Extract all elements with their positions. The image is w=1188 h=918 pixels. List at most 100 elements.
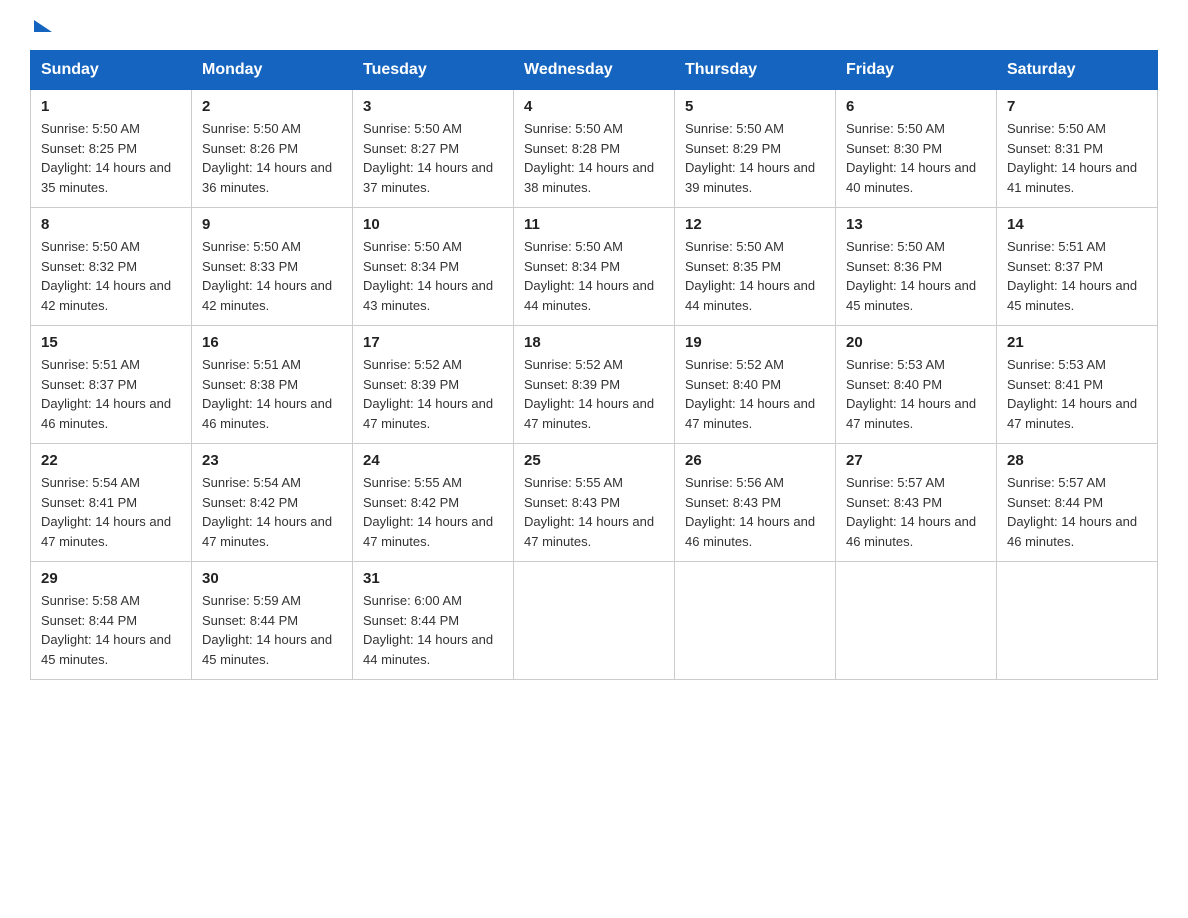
day-info: Sunrise: 5:58 AMSunset: 8:44 PMDaylight:…	[41, 593, 171, 667]
day-info: Sunrise: 5:50 AMSunset: 8:34 PMDaylight:…	[363, 239, 493, 313]
day-info: Sunrise: 5:56 AMSunset: 8:43 PMDaylight:…	[685, 475, 815, 549]
table-row: 28 Sunrise: 5:57 AMSunset: 8:44 PMDaylig…	[997, 444, 1158, 562]
table-row: 20 Sunrise: 5:53 AMSunset: 8:40 PMDaylig…	[836, 326, 997, 444]
day-info: Sunrise: 5:52 AMSunset: 8:39 PMDaylight:…	[363, 357, 493, 431]
table-row: 18 Sunrise: 5:52 AMSunset: 8:39 PMDaylig…	[514, 326, 675, 444]
day-number: 12	[685, 216, 825, 233]
table-row: 22 Sunrise: 5:54 AMSunset: 8:41 PMDaylig…	[31, 444, 192, 562]
table-row	[836, 562, 997, 680]
day-info: Sunrise: 5:50 AMSunset: 8:29 PMDaylight:…	[685, 121, 815, 195]
table-row: 29 Sunrise: 5:58 AMSunset: 8:44 PMDaylig…	[31, 562, 192, 680]
day-number: 30	[202, 570, 342, 587]
day-number: 17	[363, 334, 503, 351]
table-row: 31 Sunrise: 6:00 AMSunset: 8:44 PMDaylig…	[353, 562, 514, 680]
table-row	[514, 562, 675, 680]
day-info: Sunrise: 5:50 AMSunset: 8:32 PMDaylight:…	[41, 239, 171, 313]
table-row: 30 Sunrise: 5:59 AMSunset: 8:44 PMDaylig…	[192, 562, 353, 680]
col-header-sunday: Sunday	[31, 51, 192, 90]
day-info: Sunrise: 5:50 AMSunset: 8:33 PMDaylight:…	[202, 239, 332, 313]
col-header-saturday: Saturday	[997, 51, 1158, 90]
day-number: 23	[202, 452, 342, 469]
day-info: Sunrise: 5:57 AMSunset: 8:44 PMDaylight:…	[1007, 475, 1137, 549]
calendar-week-row-4: 22 Sunrise: 5:54 AMSunset: 8:41 PMDaylig…	[31, 444, 1158, 562]
day-number: 5	[685, 98, 825, 115]
table-row: 10 Sunrise: 5:50 AMSunset: 8:34 PMDaylig…	[353, 208, 514, 326]
table-row: 7 Sunrise: 5:50 AMSunset: 8:31 PMDayligh…	[997, 90, 1158, 208]
day-number: 13	[846, 216, 986, 233]
table-row: 19 Sunrise: 5:52 AMSunset: 8:40 PMDaylig…	[675, 326, 836, 444]
day-number: 6	[846, 98, 986, 115]
calendar-week-row-2: 8 Sunrise: 5:50 AMSunset: 8:32 PMDayligh…	[31, 208, 1158, 326]
table-row	[675, 562, 836, 680]
day-number: 28	[1007, 452, 1147, 469]
day-info: Sunrise: 5:53 AMSunset: 8:40 PMDaylight:…	[846, 357, 976, 431]
table-row: 21 Sunrise: 5:53 AMSunset: 8:41 PMDaylig…	[997, 326, 1158, 444]
day-number: 31	[363, 570, 503, 587]
day-info: Sunrise: 6:00 AMSunset: 8:44 PMDaylight:…	[363, 593, 493, 667]
table-row: 2 Sunrise: 5:50 AMSunset: 8:26 PMDayligh…	[192, 90, 353, 208]
day-number: 27	[846, 452, 986, 469]
day-info: Sunrise: 5:51 AMSunset: 8:37 PMDaylight:…	[41, 357, 171, 431]
table-row: 11 Sunrise: 5:50 AMSunset: 8:34 PMDaylig…	[514, 208, 675, 326]
col-header-wednesday: Wednesday	[514, 51, 675, 90]
table-row: 4 Sunrise: 5:50 AMSunset: 8:28 PMDayligh…	[514, 90, 675, 208]
calendar-week-row-3: 15 Sunrise: 5:51 AMSunset: 8:37 PMDaylig…	[31, 326, 1158, 444]
col-header-thursday: Thursday	[675, 51, 836, 90]
day-info: Sunrise: 5:50 AMSunset: 8:36 PMDaylight:…	[846, 239, 976, 313]
day-info: Sunrise: 5:51 AMSunset: 8:37 PMDaylight:…	[1007, 239, 1137, 313]
table-row: 1 Sunrise: 5:50 AMSunset: 8:25 PMDayligh…	[31, 90, 192, 208]
table-row: 17 Sunrise: 5:52 AMSunset: 8:39 PMDaylig…	[353, 326, 514, 444]
table-row: 16 Sunrise: 5:51 AMSunset: 8:38 PMDaylig…	[192, 326, 353, 444]
day-info: Sunrise: 5:50 AMSunset: 8:26 PMDaylight:…	[202, 121, 332, 195]
day-info: Sunrise: 5:50 AMSunset: 8:35 PMDaylight:…	[685, 239, 815, 313]
table-row: 27 Sunrise: 5:57 AMSunset: 8:43 PMDaylig…	[836, 444, 997, 562]
day-number: 16	[202, 334, 342, 351]
table-row: 15 Sunrise: 5:51 AMSunset: 8:37 PMDaylig…	[31, 326, 192, 444]
table-row: 24 Sunrise: 5:55 AMSunset: 8:42 PMDaylig…	[353, 444, 514, 562]
day-info: Sunrise: 5:50 AMSunset: 8:30 PMDaylight:…	[846, 121, 976, 195]
table-row: 14 Sunrise: 5:51 AMSunset: 8:37 PMDaylig…	[997, 208, 1158, 326]
day-number: 9	[202, 216, 342, 233]
table-row: 12 Sunrise: 5:50 AMSunset: 8:35 PMDaylig…	[675, 208, 836, 326]
day-info: Sunrise: 5:59 AMSunset: 8:44 PMDaylight:…	[202, 593, 332, 667]
day-number: 15	[41, 334, 181, 351]
table-row: 13 Sunrise: 5:50 AMSunset: 8:36 PMDaylig…	[836, 208, 997, 326]
day-info: Sunrise: 5:52 AMSunset: 8:40 PMDaylight:…	[685, 357, 815, 431]
day-info: Sunrise: 5:50 AMSunset: 8:25 PMDaylight:…	[41, 121, 171, 195]
table-row: 8 Sunrise: 5:50 AMSunset: 8:32 PMDayligh…	[31, 208, 192, 326]
calendar-table: Sunday Monday Tuesday Wednesday Thursday…	[30, 50, 1158, 680]
table-row: 25 Sunrise: 5:55 AMSunset: 8:43 PMDaylig…	[514, 444, 675, 562]
table-row: 9 Sunrise: 5:50 AMSunset: 8:33 PMDayligh…	[192, 208, 353, 326]
day-number: 18	[524, 334, 664, 351]
day-info: Sunrise: 5:51 AMSunset: 8:38 PMDaylight:…	[202, 357, 332, 431]
table-row	[997, 562, 1158, 680]
day-info: Sunrise: 5:54 AMSunset: 8:42 PMDaylight:…	[202, 475, 332, 549]
day-number: 14	[1007, 216, 1147, 233]
col-header-monday: Monday	[192, 51, 353, 90]
day-number: 25	[524, 452, 664, 469]
logo-arrow-icon	[34, 20, 52, 32]
day-number: 1	[41, 98, 181, 115]
page-header	[30, 20, 1158, 32]
day-info: Sunrise: 5:55 AMSunset: 8:42 PMDaylight:…	[363, 475, 493, 549]
day-info: Sunrise: 5:50 AMSunset: 8:28 PMDaylight:…	[524, 121, 654, 195]
day-number: 19	[685, 334, 825, 351]
day-number: 11	[524, 216, 664, 233]
day-info: Sunrise: 5:53 AMSunset: 8:41 PMDaylight:…	[1007, 357, 1137, 431]
table-row: 26 Sunrise: 5:56 AMSunset: 8:43 PMDaylig…	[675, 444, 836, 562]
day-number: 21	[1007, 334, 1147, 351]
table-row: 6 Sunrise: 5:50 AMSunset: 8:30 PMDayligh…	[836, 90, 997, 208]
calendar-header-row: Sunday Monday Tuesday Wednesday Thursday…	[31, 51, 1158, 90]
day-number: 7	[1007, 98, 1147, 115]
day-info: Sunrise: 5:54 AMSunset: 8:41 PMDaylight:…	[41, 475, 171, 549]
day-number: 2	[202, 98, 342, 115]
table-row: 23 Sunrise: 5:54 AMSunset: 8:42 PMDaylig…	[192, 444, 353, 562]
day-info: Sunrise: 5:50 AMSunset: 8:27 PMDaylight:…	[363, 121, 493, 195]
day-number: 8	[41, 216, 181, 233]
day-info: Sunrise: 5:55 AMSunset: 8:43 PMDaylight:…	[524, 475, 654, 549]
day-number: 29	[41, 570, 181, 587]
day-number: 24	[363, 452, 503, 469]
table-row: 3 Sunrise: 5:50 AMSunset: 8:27 PMDayligh…	[353, 90, 514, 208]
day-number: 4	[524, 98, 664, 115]
calendar-week-row-5: 29 Sunrise: 5:58 AMSunset: 8:44 PMDaylig…	[31, 562, 1158, 680]
